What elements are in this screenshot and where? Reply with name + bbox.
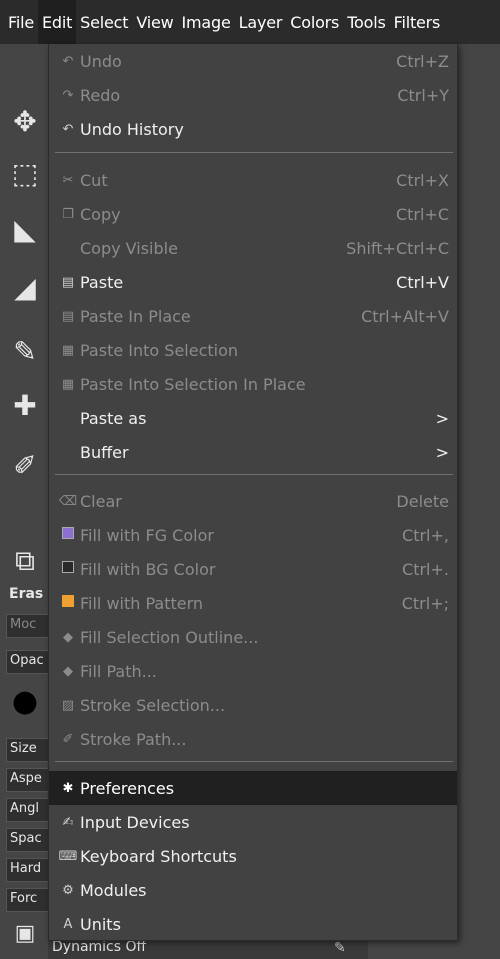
menu-item-keyboard-shortcuts[interactable]: ⌨ Keyboard Shortcuts	[49, 839, 457, 873]
menu-item-paste-as[interactable]: Paste as >	[49, 401, 457, 435]
menu-item-fill-path[interactable]: ◆ Fill Path...	[49, 654, 457, 688]
menu-item-clear[interactable]: ⌫ Clear Delete	[49, 484, 457, 518]
menu-item-units[interactable]: A Units	[49, 907, 457, 941]
menu-image[interactable]: Image	[178, 0, 235, 44]
menu-item-undo[interactable]: ↶ Undo Ctrl+Z	[49, 44, 457, 78]
paste-into-selection-in-place-icon: ▦	[61, 376, 75, 392]
submenu-arrow-icon: >	[435, 408, 449, 428]
menu-item-cut[interactable]: ✂ Cut Ctrl+X	[49, 163, 457, 197]
units-icon: A	[63, 916, 73, 932]
hardness-slider[interactable]: Hard	[6, 858, 50, 882]
menu-item-input-devices[interactable]: ✍ Input Devices	[49, 805, 457, 839]
mode-select[interactable]: Moc	[6, 614, 50, 638]
fg-color-swatch-icon	[62, 527, 74, 539]
fill-path-icon: ◆	[63, 663, 73, 679]
bg-color-swatch-icon	[62, 561, 74, 573]
menu-item-buffer[interactable]: Buffer >	[49, 435, 457, 469]
submenu-arrow-icon: >	[435, 442, 449, 462]
edit-menu: ↶ Undo Ctrl+Z ↷ Redo Ctrl+Y ↶ Undo Histo…	[48, 44, 458, 941]
menu-item-stroke-selection[interactable]: ▨ Stroke Selection...	[49, 688, 457, 722]
menu-file[interactable]: File	[4, 0, 38, 44]
paste-icon: ▤	[61, 274, 75, 290]
paste-into-selection-icon: ▦	[61, 342, 75, 358]
menu-item-fill-selection-outline[interactable]: ◆ Fill Selection Outline...	[49, 620, 457, 654]
undo-history-icon: ↶	[62, 121, 74, 137]
menu-item-stroke-path[interactable]: ✐ Stroke Path...	[49, 722, 457, 756]
toolbox: ✥ ⬚ ◣ ◢ ✎ ✚ ✐ ⧉ Eras Moc Opac ● Size Asp…	[0, 44, 50, 959]
brush-preview-icon[interactable]: ●	[8, 684, 42, 719]
menu-item-fill-fg[interactable]: Fill with FG Color Ctrl+,	[49, 518, 457, 552]
menu-layer[interactable]: Layer	[235, 0, 287, 44]
color-picker-tool-icon[interactable]: ✐	[8, 448, 42, 482]
menu-separator	[55, 761, 453, 762]
aspect-slider[interactable]: Aspe	[6, 768, 50, 792]
menu-item-modules[interactable]: ⚙ Modules	[49, 873, 457, 907]
stroke-selection-icon: ▨	[61, 697, 75, 713]
menu-separator	[55, 474, 453, 475]
stroke-path-icon: ✐	[62, 731, 74, 747]
menu-item-paste-into-selection-in-place[interactable]: ▦ Paste Into Selection In Place	[49, 367, 457, 401]
force-slider[interactable]: Forc	[6, 888, 50, 912]
menu-item-paste-into-selection[interactable]: ▦ Paste Into Selection	[49, 333, 457, 367]
fill-bucket-icon: ◆	[63, 629, 73, 645]
menu-item-preferences[interactable]: ✱ Preferences	[49, 771, 457, 805]
menu-filters[interactable]: Filters	[390, 0, 445, 44]
copy-icon: ❐	[62, 206, 74, 222]
menu-item-fill-bg[interactable]: Fill with BG Color Ctrl+.	[49, 552, 457, 586]
menu-view[interactable]: View	[132, 0, 177, 44]
crop-tool-icon[interactable]: ◣	[8, 212, 42, 246]
warp-tool-icon[interactable]: ◢	[8, 270, 42, 304]
spacing-slider[interactable]: Spac	[6, 828, 50, 852]
menu-item-paste-in-place[interactable]: ▤ Paste In Place Ctrl+Alt+V	[49, 299, 457, 333]
menu-item-copy-visible[interactable]: Copy Visible Shift+Ctrl+C	[49, 231, 457, 265]
undo-icon: ↶	[62, 53, 74, 69]
opacity-slider[interactable]: Opac	[6, 650, 50, 674]
menu-item-fill-pattern[interactable]: Fill with Pattern Ctrl+;	[49, 586, 457, 620]
redo-icon: ↷	[62, 87, 74, 103]
menu-item-copy[interactable]: ❐ Copy Ctrl+C	[49, 197, 457, 231]
angle-slider[interactable]: Angl	[6, 798, 50, 822]
menu-item-paste[interactable]: ▤ Paste Ctrl+V	[49, 265, 457, 299]
preferences-icon: ✱	[62, 780, 74, 796]
move-tool-icon[interactable]: ✥	[8, 104, 42, 138]
edit-dynamics-icon[interactable]: ✎	[334, 940, 356, 958]
input-devices-icon: ✍	[62, 814, 74, 830]
menu-bar: File Edit Select View Image Layer Colors…	[0, 0, 500, 44]
menu-colors[interactable]: Colors	[286, 0, 343, 44]
menu-edit[interactable]: Edit	[37, 0, 77, 44]
paste-in-place-icon: ▤	[61, 308, 75, 324]
paintbrush-tool-icon[interactable]: ✎	[8, 334, 42, 368]
menu-select[interactable]: Select	[76, 0, 132, 44]
heal-tool-icon[interactable]: ✚	[8, 388, 42, 422]
menu-item-redo[interactable]: ↷ Redo Ctrl+Y	[49, 78, 457, 112]
clear-icon: ⌫	[58, 493, 78, 509]
keyboard-icon: ⌨	[58, 848, 78, 864]
menu-tools[interactable]: Tools	[343, 0, 389, 44]
pattern-swatch-icon	[62, 595, 74, 607]
dynamics-icon[interactable]: ▣	[8, 916, 42, 950]
rect-select-tool-icon[interactable]: ⬚	[8, 156, 42, 190]
size-slider[interactable]: Size	[6, 738, 50, 762]
device-status-icon[interactable]: ⧉	[8, 544, 42, 578]
scissors-icon: ✂	[62, 172, 74, 188]
menu-item-undo-history[interactable]: ↶ Undo History	[49, 112, 457, 146]
menu-separator	[55, 152, 453, 153]
tool-options-title: Eras	[9, 586, 44, 602]
modules-icon: ⚙	[62, 882, 74, 898]
